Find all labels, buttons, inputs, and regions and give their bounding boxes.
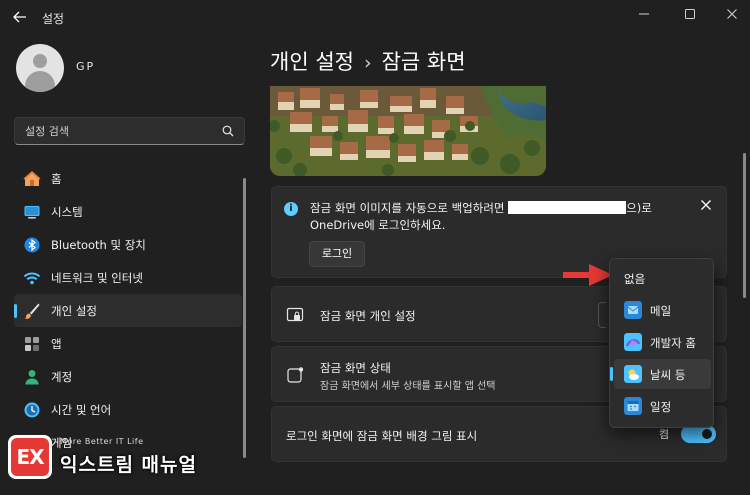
sidebar-item-apps[interactable]: 앱 — [14, 327, 242, 360]
watermark-logo: EX — [8, 435, 52, 479]
dropdown-option-label: 일정 — [650, 400, 672, 414]
redacted-account-block — [508, 201, 627, 214]
lock-screen-icon — [286, 307, 304, 322]
minimize-icon — [639, 13, 649, 15]
toggle-state-label: 켬 — [659, 428, 670, 441]
status-icon — [287, 367, 304, 383]
setting-subtitle: 잠금 화면에서 세부 상태를 표시할 앱 선택 — [320, 381, 496, 392]
lock-screen-preview-image — [270, 86, 546, 176]
selected-indicator — [610, 367, 613, 381]
app-title: 설정 — [42, 12, 65, 26]
apps-icon — [25, 337, 39, 351]
sidebar-item-network[interactable]: 네트워크 및 인터넷 — [14, 261, 242, 294]
back-arrow-icon — [13, 11, 26, 23]
dropdown-option-label: 메일 — [650, 304, 672, 318]
home-icon — [23, 171, 41, 186]
sidebar-item-label: 시간 및 언어 — [51, 403, 112, 417]
sidebar-item-home[interactable]: 홈 — [14, 162, 242, 195]
sidebar-item-personalization[interactable]: 개인 설정 — [14, 294, 242, 327]
watermark-logo-mark: EX — [11, 438, 49, 476]
toggle-knob — [702, 429, 712, 439]
sidebar-item-system[interactable]: 시스템 — [14, 195, 242, 228]
sidebar-item-accounts[interactable]: 계정 — [14, 360, 242, 393]
maximize-icon — [685, 9, 695, 19]
dropdown-option-calendar[interactable]: 일정 — [614, 391, 711, 421]
back-button[interactable] — [12, 9, 30, 27]
search-icon[interactable] — [221, 124, 235, 138]
maximize-button[interactable] — [678, 6, 702, 28]
close-icon — [727, 9, 737, 19]
avatar-body-shape — [25, 71, 55, 92]
sidebar-item-label: 앱 — [51, 337, 62, 351]
info-text-line1-end: 으)로 — [626, 201, 652, 215]
avatar-head-shape — [33, 54, 47, 68]
avatar[interactable] — [16, 44, 64, 92]
weather-icon — [624, 365, 642, 383]
sidebar-item-label: 시스템 — [51, 205, 83, 219]
sidebar-item-label: 네트워크 및 인터넷 — [51, 271, 143, 285]
title-bar: 설정 — [0, 0, 750, 36]
status-app-dropdown: 없음 메일 개발자 홈 날씨 등 일정 — [609, 258, 714, 428]
active-indicator — [14, 304, 17, 318]
info-close-button[interactable] — [698, 199, 714, 215]
setting-title: 로그인 화면에 잠금 화면 배경 그림 표시 — [286, 429, 478, 443]
calendar-icon — [624, 397, 642, 415]
minimize-button[interactable] — [632, 6, 656, 28]
brush-icon — [24, 303, 40, 319]
sidebar-item-bluetooth[interactable]: Bluetooth 및 장치 — [14, 228, 242, 261]
close-button[interactable] — [720, 6, 744, 28]
watermark-tagline: More Better IT Life — [60, 437, 144, 446]
login-button[interactable]: 로그인 — [309, 241, 365, 267]
page-title: 잠금 화면 — [381, 50, 466, 74]
personalize-dropdown-edge[interactable] — [598, 302, 606, 328]
dropdown-option-weather[interactable]: 날씨 등 — [610, 359, 711, 389]
main-scrollbar[interactable] — [743, 153, 746, 298]
wifi-icon — [23, 272, 41, 285]
watermark-name: 익스트림 매뉴얼 — [60, 454, 197, 476]
sidebar-item-label: Bluetooth 및 장치 — [51, 238, 146, 252]
search-input[interactable] — [25, 123, 215, 139]
sidebar-item-label: 개인 설정 — [51, 304, 97, 318]
sidebar-nav: 홈 시스템 Bluetooth 및 장치 네트워크 및 인터넷 개인 설정 앱 … — [14, 162, 242, 459]
sidebar-item-label: 홈 — [51, 172, 62, 186]
dropdown-option-dev-home[interactable]: 개발자 홈 — [614, 327, 711, 357]
dropdown-option-label: 개발자 홈 — [650, 336, 696, 350]
globe-clock-icon — [24, 402, 40, 418]
close-icon — [701, 200, 711, 210]
breadcrumb: 개인 설정 › 잠금 화면 — [270, 46, 466, 76]
setting-title: 잠금 화면 개인 설정 — [320, 309, 416, 323]
mail-icon — [624, 301, 642, 319]
breadcrumb-parent[interactable]: 개인 설정 — [270, 46, 354, 76]
sidebar-scrollbar[interactable] — [243, 178, 246, 458]
dropdown-option-mail[interactable]: 메일 — [614, 295, 711, 325]
user-name: GP — [76, 60, 96, 73]
breadcrumb-separator: › — [363, 52, 372, 74]
sidebar-item-label: 계정 — [51, 370, 73, 384]
settings-search[interactable] — [14, 117, 245, 145]
info-text-line1-start: 잠금 화면 이미지를 자동으로 백업하려면 — [310, 201, 509, 215]
red-arrow-annotation — [563, 264, 613, 286]
sidebar-item-time-language[interactable]: 시간 및 언어 — [14, 393, 242, 426]
info-icon: i — [284, 202, 298, 216]
dropdown-option-none[interactable]: 없음 — [614, 263, 711, 293]
person-icon — [25, 370, 39, 385]
setting-title: 잠금 화면 상태 — [320, 361, 391, 375]
bluetooth-icon — [24, 237, 40, 253]
info-text-line2: OneDrive에 로그인하세요. — [310, 218, 446, 232]
info-message: 잠금 화면 이미지를 자동으로 백업하려면 으)로 OneDrive에 로그인하… — [310, 200, 680, 234]
monitor-icon — [24, 206, 40, 219]
village-landscape-image — [270, 86, 546, 176]
dropdown-option-label: 날씨 등 — [650, 368, 686, 382]
dropdown-option-label: 없음 — [624, 272, 646, 286]
dev-home-icon — [624, 333, 642, 351]
